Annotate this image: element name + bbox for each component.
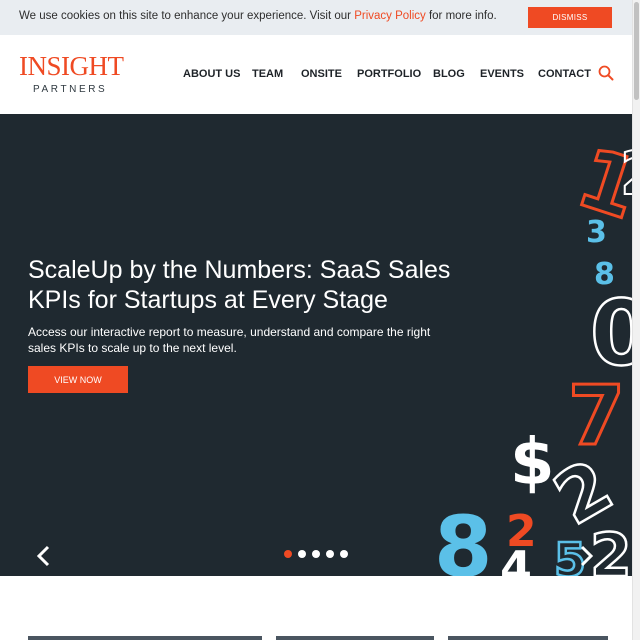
- card-preview[interactable]: [28, 636, 262, 640]
- nav-events[interactable]: EVENTS: [480, 68, 524, 80]
- card-preview[interactable]: [448, 636, 608, 640]
- cookie-message: We use cookies on this site to enhance y…: [19, 10, 497, 22]
- slide-dot-3[interactable]: [312, 550, 320, 558]
- nav-onsite[interactable]: ONSITE: [301, 68, 342, 80]
- slide-dot-4[interactable]: [326, 550, 334, 558]
- cookie-banner: We use cookies on this site to enhance y…: [0, 0, 632, 35]
- content-section: [0, 576, 632, 640]
- svg-text:2: 2: [620, 139, 632, 209]
- svg-text:2: 2: [590, 521, 632, 576]
- view-now-button[interactable]: VIEW NOW: [28, 366, 128, 393]
- nav-portfolio[interactable]: PORTFOLIO: [357, 68, 421, 80]
- slide-dot-2[interactable]: [298, 550, 306, 558]
- site-header: INSIGHT PARTNERS ABOUT US TEAM ONSITE PO…: [0, 35, 632, 114]
- logo-wordmark: INSIGHT: [19, 51, 124, 81]
- chevron-right-icon[interactable]: [576, 544, 596, 568]
- logo[interactable]: INSIGHT PARTNERS: [19, 51, 124, 96]
- hero-description: Access our interactive report to measure…: [28, 325, 431, 355]
- logo-subtitle: PARTNERS: [33, 84, 108, 95]
- hero-title: ScaleUp by the Numbers: SaaS Sales KPIs …: [28, 256, 451, 314]
- svg-text:3: 3: [586, 215, 607, 250]
- nav-blog[interactable]: BLOG: [433, 68, 465, 80]
- card-preview[interactable]: [276, 636, 434, 640]
- chevron-left-icon[interactable]: [34, 544, 54, 568]
- dismiss-button[interactable]: DISMISS: [528, 7, 612, 28]
- svg-text:4: 4: [500, 541, 532, 576]
- scrollbar[interactable]: [632, 0, 640, 640]
- cookie-text-before: We use cookies on this site to enhance y…: [19, 10, 355, 22]
- hero-slider: 1 2 3 8 0 7 $ 2 8 2 5 2 4 ScaleUp by the…: [0, 114, 632, 576]
- slide-dot-1[interactable]: [284, 550, 292, 558]
- privacy-policy-link[interactable]: Privacy Policy: [354, 10, 426, 22]
- nav-contact[interactable]: CONTACT: [538, 68, 591, 80]
- slide-dot-5[interactable]: [340, 550, 348, 558]
- nav-about-us[interactable]: ABOUT US: [183, 68, 240, 80]
- cookie-text-after: for more info.: [425, 10, 497, 22]
- numbers-illustration: 1 2 3 8 0 7 $ 2 8 2 5 2 4: [434, 129, 632, 576]
- search-icon[interactable]: [598, 65, 614, 81]
- scrollbar-thumb[interactable]: [634, 2, 639, 100]
- nav-team[interactable]: TEAM: [252, 68, 283, 80]
- slide-indicators: [284, 550, 348, 558]
- svg-text:8: 8: [434, 498, 492, 576]
